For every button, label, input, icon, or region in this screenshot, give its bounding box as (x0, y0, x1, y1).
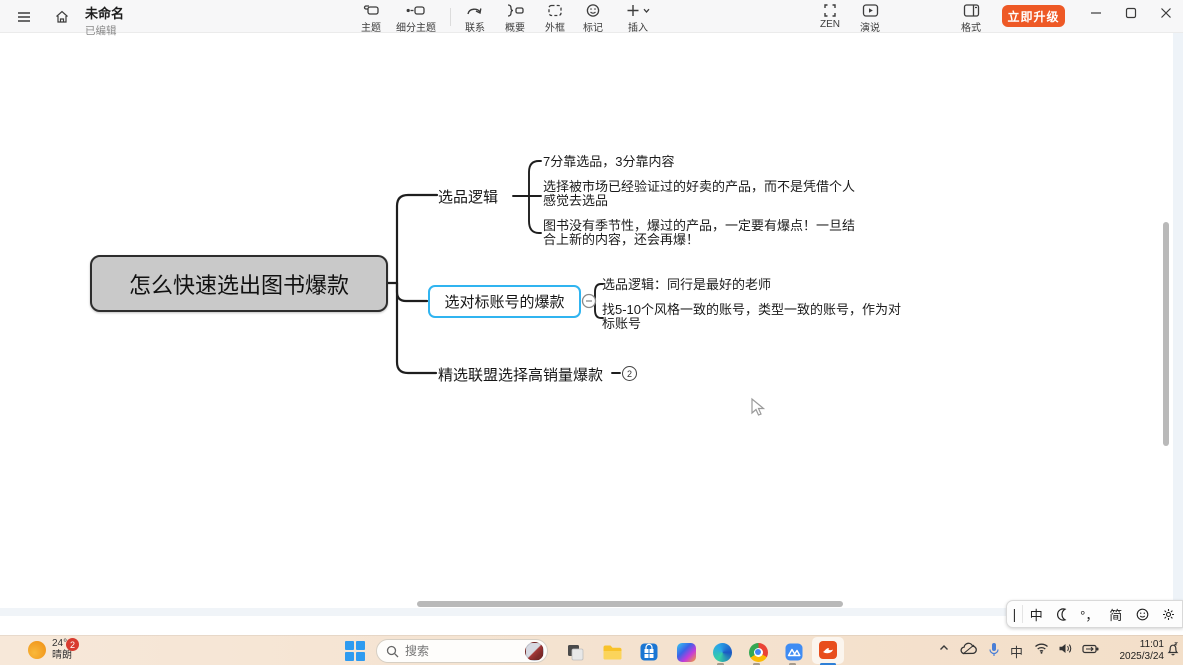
task-view-icon[interactable] (563, 640, 587, 664)
search-box[interactable] (376, 639, 548, 663)
xmind-app-active[interactable] (812, 637, 844, 664)
collapsed-count-badge[interactable]: 2 (622, 366, 637, 381)
tool-format[interactable]: 格式 (961, 3, 981, 34)
weather-condition: 晴朗 (52, 650, 74, 662)
tool-marker[interactable]: 标记 (583, 3, 603, 34)
search-input[interactable] (405, 644, 505, 658)
weather-widget[interactable]: 2 24°C 晴朗 (28, 638, 74, 662)
start-button[interactable] (345, 641, 365, 661)
search-highlight-avatar[interactable] (525, 642, 544, 661)
child-node[interactable]: 选品逻辑：同行是最好的老师 (602, 278, 771, 292)
app-window: 未命名 已编辑 主题 细分主题 联系 概要 外框 标记 (0, 0, 1183, 665)
format-panel-icon (963, 3, 980, 18)
plus-icon (625, 3, 651, 18)
tool-subtopic[interactable]: 细分主题 (396, 3, 436, 34)
tray-cloud-icon[interactable] (960, 642, 978, 656)
ime-settings-gear-icon[interactable] (1156, 607, 1183, 622)
search-icon (386, 645, 399, 658)
tray-wifi-icon[interactable] (1034, 642, 1049, 654)
child-node[interactable]: 7分靠选品，3分靠内容 (543, 155, 674, 169)
ime-simplified-toggle[interactable]: 简 (1103, 605, 1130, 624)
child-node[interactable]: 找5-10个风格一致的账号，类型一致的账号，作为对标账号 (602, 303, 914, 331)
tray-date: 2025/3/24 (1108, 651, 1164, 663)
mouse-cursor (749, 397, 767, 424)
ime-emoji-icon[interactable] (1129, 607, 1156, 622)
tool-present[interactable]: 演说 (860, 3, 880, 34)
tool-zen[interactable]: ZEN (820, 3, 840, 30)
minimize-icon[interactable] (1080, 0, 1112, 26)
chrome-icon[interactable] (746, 640, 770, 664)
microsoft-store-icon[interactable] (637, 640, 661, 664)
tray-microphone-icon[interactable] (988, 642, 1000, 657)
document-title: 未命名 (85, 3, 124, 22)
child-node[interactable]: 图书没有季节性，爆过的产品，一定要有爆点！一旦结合上新的内容，还会再爆！ (543, 219, 861, 247)
top-toolbar: 未命名 已编辑 主题 细分主题 联系 概要 外框 标记 (0, 0, 1183, 33)
ime-punctuation-toggle[interactable]: °， (1076, 605, 1103, 624)
upgrade-button[interactable]: 立即升级 (1002, 5, 1065, 27)
copilot-icon[interactable] (674, 640, 698, 664)
tool-theme[interactable]: 主题 (361, 3, 381, 34)
horizontal-scrollbar[interactable] (417, 601, 843, 607)
vertical-scrollbar[interactable] (1163, 222, 1169, 446)
tool-insert[interactable]: 插入 (625, 3, 651, 34)
maximize-icon[interactable] (1115, 0, 1147, 26)
canvas-right-gutter (1173, 33, 1183, 608)
boundary-dashed-box-icon (547, 3, 563, 18)
smiley-icon (585, 3, 601, 18)
play-icon (862, 3, 879, 18)
zen-brackets-icon (822, 3, 838, 18)
weather-badge: 2 (66, 638, 79, 651)
tool-summary[interactable]: 概要 (505, 3, 525, 34)
home-icon[interactable] (50, 5, 74, 29)
ime-mode-chinese[interactable]: 中 (1023, 605, 1050, 624)
toolbar-separator (450, 8, 451, 26)
document-title-block[interactable]: 未命名 已编辑 (85, 3, 124, 38)
sun-icon (28, 641, 46, 659)
hamburger-menu-icon[interactable] (12, 5, 36, 29)
branch-node[interactable]: 精选联盟选择高销量爆款 (438, 364, 603, 385)
ime-caret-icon: | (1007, 605, 1023, 623)
document-status: 已编辑 (85, 23, 124, 38)
branch-node-selected[interactable]: 选对标账号的爆款 (428, 285, 581, 318)
tray-battery-sync-icon[interactable] (1082, 642, 1100, 655)
ime-halfwidth-moon-icon[interactable] (1050, 607, 1077, 622)
tray-speaker-icon[interactable] (1058, 642, 1072, 655)
tool-boundary[interactable]: 外框 (545, 3, 565, 34)
tray-time: 11:01 (1108, 639, 1164, 651)
tray-notification-bell-icon[interactable] (1166, 642, 1180, 656)
topic-icon (363, 3, 380, 18)
ime-toolbar: | 中 °， 简 (1006, 600, 1183, 628)
mindmap-canvas[interactable] (0, 33, 1183, 635)
close-icon[interactable] (1150, 0, 1182, 26)
child-node[interactable]: 选择被市场已经验证过的好卖的产品，而不是凭借个人感觉去选品 (543, 180, 855, 208)
tool-relation[interactable]: 联系 (465, 3, 485, 34)
edge-icon[interactable] (710, 640, 734, 664)
tray-ime-mode[interactable]: 中 (1010, 642, 1023, 661)
tray-chevron-up-icon[interactable] (938, 642, 950, 654)
taskbar: 2 24°C 晴朗 (0, 635, 1183, 665)
blue-mountain-app-icon[interactable] (782, 640, 806, 664)
file-explorer-icon[interactable] (600, 640, 624, 664)
subtopic-icon (406, 3, 426, 18)
relation-arrow-icon (466, 3, 484, 18)
tray-clock[interactable]: 11:01 2025/3/24 (1108, 639, 1164, 663)
summary-brace-icon (506, 3, 524, 18)
branch-node[interactable]: 选品逻辑 (438, 186, 498, 207)
mindmap-root-node[interactable]: 怎么快速选出图书爆款 (90, 255, 388, 312)
